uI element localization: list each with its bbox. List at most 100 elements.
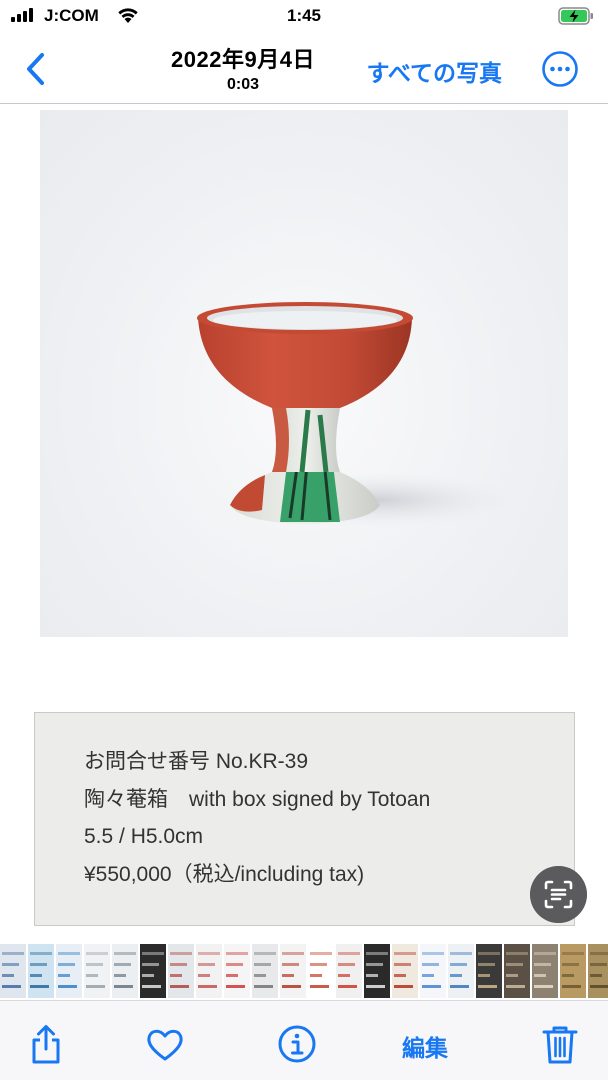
thumbnail[interactable] bbox=[84, 944, 110, 998]
thumbnail[interactable] bbox=[168, 944, 194, 998]
favorite-heart-icon[interactable] bbox=[145, 1023, 185, 1065]
thumbnail[interactable] bbox=[336, 944, 362, 998]
thumbnail[interactable] bbox=[420, 944, 446, 998]
thumbnail[interactable] bbox=[140, 944, 166, 998]
thumbnail[interactable] bbox=[224, 944, 250, 998]
thumbnail-detail bbox=[170, 952, 192, 955]
thumbnail[interactable] bbox=[448, 944, 474, 998]
thumbnail[interactable] bbox=[504, 944, 530, 998]
product-photo[interactable] bbox=[40, 110, 568, 637]
thumbnail[interactable] bbox=[28, 944, 54, 998]
thumbnail-detail bbox=[366, 974, 378, 977]
inquiry-number: お問合せ番号 No.KR-39 bbox=[84, 750, 309, 773]
thumbnail-detail bbox=[394, 985, 413, 988]
thumbnail[interactable] bbox=[588, 944, 608, 998]
thumbnail[interactable] bbox=[476, 944, 502, 998]
thumbnail[interactable] bbox=[112, 944, 138, 998]
box-signature: 陶々菴箱 with box signed by Totoan bbox=[84, 787, 431, 811]
thumbnail-detail bbox=[254, 985, 273, 988]
thumbnail-detail bbox=[590, 963, 607, 966]
thumbnail-detail bbox=[422, 985, 441, 988]
thumbnail-detail bbox=[86, 974, 98, 977]
thumbnail-detail bbox=[366, 952, 388, 955]
thumbnail-detail bbox=[338, 963, 355, 966]
thumbnail-detail bbox=[170, 974, 182, 977]
thumbnail-detail bbox=[450, 963, 467, 966]
thumbnail-detail bbox=[142, 952, 164, 955]
stem-cup-image bbox=[197, 302, 520, 528]
thumbnail-detail bbox=[506, 974, 518, 977]
thumbnail[interactable] bbox=[364, 944, 390, 998]
thumbnail-detail bbox=[310, 974, 322, 977]
thumbnail-detail bbox=[590, 985, 608, 988]
thumbnail-detail bbox=[282, 952, 304, 955]
thumbnail[interactable] bbox=[56, 944, 82, 998]
thumbnail-detail bbox=[86, 985, 105, 988]
thumbnail-detail bbox=[58, 974, 70, 977]
thumbnail-detail bbox=[226, 952, 248, 955]
thumbnail-detail bbox=[198, 952, 220, 955]
thumbnail-detail bbox=[478, 985, 497, 988]
thumbnail-detail bbox=[422, 974, 434, 977]
thumbnail-detail bbox=[338, 952, 360, 955]
thumbnail-detail bbox=[562, 963, 579, 966]
thumbnail-detail bbox=[282, 974, 294, 977]
thumbnail-detail bbox=[366, 985, 385, 988]
thumbnail-detail bbox=[2, 963, 19, 966]
thumbnail[interactable] bbox=[308, 944, 334, 998]
trash-icon[interactable] bbox=[540, 1023, 580, 1065]
bottom-toolbar: 編集 bbox=[0, 1000, 608, 1080]
more-options-icon[interactable] bbox=[541, 50, 579, 88]
thumbnail-detail bbox=[394, 963, 411, 966]
thumbnail-detail bbox=[422, 952, 444, 955]
thumbnail-detail bbox=[534, 974, 546, 977]
thumbnail[interactable] bbox=[392, 944, 418, 998]
product-info-panel: お問合せ番号 No.KR-39 陶々菴箱 with box signed by … bbox=[34, 712, 575, 926]
thumbnail-detail bbox=[254, 952, 276, 955]
thumbnail-detail bbox=[562, 974, 574, 977]
live-text-icon[interactable] bbox=[530, 866, 587, 923]
photo-date: 2022年9月4日 bbox=[171, 47, 315, 72]
thumbnail-detail bbox=[30, 974, 42, 977]
product-info-text: お問合せ番号 No.KR-39 陶々菴箱 with box signed by … bbox=[84, 743, 430, 893]
thumbnail-detail bbox=[86, 952, 108, 955]
back-chevron-icon[interactable] bbox=[20, 49, 56, 89]
thumbnail-detail bbox=[58, 952, 80, 955]
thumbnail[interactable] bbox=[280, 944, 306, 998]
thumbnail-detail bbox=[30, 963, 47, 966]
thumbnail-detail bbox=[534, 952, 556, 955]
thumbnail-detail bbox=[254, 974, 266, 977]
thumbnail-detail bbox=[58, 963, 75, 966]
thumbnail[interactable] bbox=[252, 944, 278, 998]
status-bar: J:COM 1:45 bbox=[0, 0, 608, 34]
thumbnail-detail bbox=[478, 974, 490, 977]
thumbnail[interactable] bbox=[560, 944, 586, 998]
thumbnail-detail bbox=[478, 963, 495, 966]
thumbnail-detail bbox=[478, 952, 500, 955]
price: ¥550,000（税込/including tax) bbox=[84, 862, 365, 886]
thumbnail-detail bbox=[2, 985, 21, 988]
all-photos-button[interactable]: すべての写真 bbox=[367, 54, 502, 88]
thumbnail-detail bbox=[142, 974, 154, 977]
thumbnail-strip[interactable] bbox=[0, 944, 608, 998]
thumbnail-detail bbox=[310, 963, 327, 966]
thumbnail-detail bbox=[310, 952, 332, 955]
thumbnail-detail bbox=[534, 985, 553, 988]
thumbnail-detail bbox=[338, 974, 350, 977]
share-icon[interactable] bbox=[26, 1023, 66, 1065]
thumbnail-detail bbox=[114, 952, 136, 955]
thumbnail-detail bbox=[170, 985, 189, 988]
thumbnail-detail bbox=[506, 985, 525, 988]
thumbnail[interactable] bbox=[532, 944, 558, 998]
info-icon[interactable] bbox=[277, 1023, 317, 1065]
thumbnail-detail bbox=[2, 974, 14, 977]
thumbnail-detail bbox=[562, 985, 581, 988]
thumbnail[interactable] bbox=[196, 944, 222, 998]
navigation-bar: 2022年9月4日 0:03 すべての写真 bbox=[0, 34, 608, 104]
thumbnail-detail bbox=[394, 952, 416, 955]
edit-button[interactable]: 編集 bbox=[402, 1029, 448, 1063]
thumbnail[interactable] bbox=[0, 944, 26, 998]
thumbnail-detail bbox=[450, 985, 469, 988]
thumbnail-detail bbox=[590, 974, 602, 977]
photo-time: 0:03 bbox=[226, 76, 260, 93]
